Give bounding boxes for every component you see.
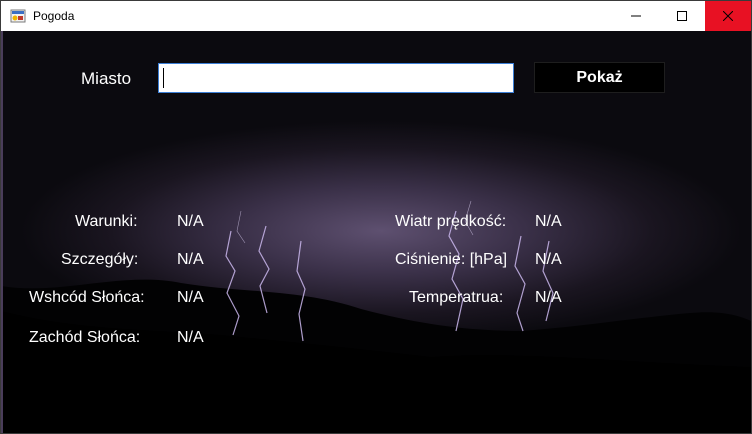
pressure-label: Ciśnienie: [hPa] bbox=[395, 251, 508, 268]
minimize-button[interactable] bbox=[613, 1, 659, 31]
details-value: N/A bbox=[177, 251, 204, 268]
show-button[interactable]: Pokaż bbox=[534, 62, 665, 93]
minimize-icon bbox=[631, 15, 641, 17]
window-left-edge bbox=[1, 31, 3, 433]
city-input[interactable] bbox=[158, 63, 514, 93]
details-label: Szczegóły: bbox=[61, 251, 139, 268]
sunrise-value: N/A bbox=[177, 289, 204, 306]
title-bar[interactable]: Pogoda bbox=[1, 1, 751, 31]
sunset-value: N/A bbox=[177, 329, 204, 346]
text-caret bbox=[163, 68, 164, 88]
conditions-value: N/A bbox=[177, 213, 204, 230]
close-icon bbox=[723, 11, 733, 21]
close-button[interactable] bbox=[705, 1, 751, 31]
conditions-label: Warunki: bbox=[75, 213, 138, 230]
form-client-area: Miasto Pokaż Warunki: N/A Szczegóły: N/A… bbox=[1, 31, 751, 433]
pressure-value: N/A bbox=[535, 251, 562, 268]
sun-cloud-icon bbox=[10, 9, 26, 23]
weather-window: Pogoda Miasto Pokaż Warunki: N/A Szczegó… bbox=[0, 0, 752, 434]
temperature-label: Temperatrua: bbox=[409, 289, 504, 306]
wind-speed-value: N/A bbox=[535, 213, 562, 230]
wind-speed-label: Wiatr prędkość: bbox=[395, 213, 507, 230]
maximize-button[interactable] bbox=[659, 1, 705, 31]
sunrise-label: Wshcód Słońca: bbox=[29, 289, 145, 306]
window-title: Pogoda bbox=[33, 9, 75, 23]
sunset-label: Zachód Słońca: bbox=[29, 329, 141, 346]
city-label: Miasto bbox=[81, 69, 132, 88]
maximize-icon bbox=[677, 11, 687, 21]
temperature-value: N/A bbox=[535, 289, 562, 306]
